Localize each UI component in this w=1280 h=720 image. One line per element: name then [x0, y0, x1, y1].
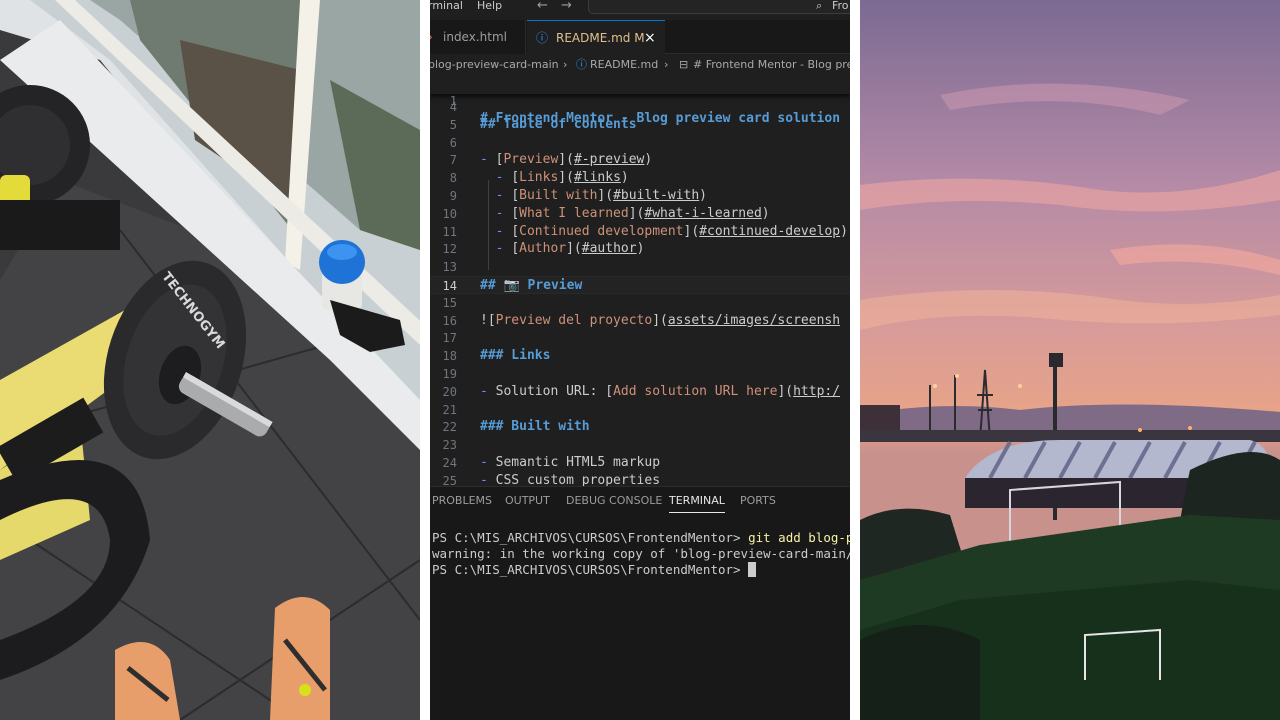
code-text: - Solution URL: [Add solution URL here](…	[480, 383, 841, 399]
search-text[interactable]: Fro	[832, 0, 849, 12]
tab-label: index.html	[443, 30, 507, 44]
code-text: ### Links	[480, 348, 551, 364]
terminal-line: PS C:\MIS_ARCHIVOS\CURSOS\FrontendMentor…	[432, 530, 850, 545]
gym-photo: TECHNOGYM	[0, 0, 420, 720]
line-number: 21	[442, 402, 457, 417]
sticky-line-text: # Frontend Mentor - Blog preview card so…	[480, 111, 841, 126]
code-line[interactable]: 10 - [What I learned](#what-i-learned)	[430, 205, 850, 223]
panel-tab-output[interactable]: OUTPUT	[505, 487, 550, 515]
line-number: 16	[442, 313, 457, 328]
sunset-field-photo	[860, 0, 1280, 720]
code-line[interactable]: 23	[430, 436, 850, 454]
line-number: 8	[449, 171, 457, 186]
code-line[interactable]: 7 - [Preview](#-preview)	[430, 151, 850, 169]
sticky-scroll-header[interactable]: 1 # Frontend Mentor - Blog preview card …	[430, 74, 850, 126]
code-line[interactable]: 20 - Solution URL: [Add solution URL here…	[430, 383, 850, 401]
gym-scene: TECHNOGYM	[0, 0, 420, 720]
panel-tab-debug-console[interactable]: DEBUG CONSOLE	[566, 487, 662, 515]
tab-index-html[interactable]: › index.html	[430, 20, 526, 54]
code-line[interactable]: 17	[430, 329, 850, 347]
line-number: 24	[442, 456, 457, 470]
back-arrow-icon[interactable]: ←	[537, 0, 548, 13]
code-text: - [Links](#links)	[495, 170, 629, 186]
heading-symbol-icon: ⊟	[679, 58, 689, 71]
code-line[interactable]: 15	[430, 294, 850, 312]
close-icon[interactable]: ×	[644, 21, 656, 55]
code-line[interactable]: 12 - [Author](#author)	[430, 240, 850, 258]
code-text: - [Preview](#-preview)	[480, 152, 653, 168]
bottom-panel: PROBLEMS OUTPUT DEBUG CONSOLE TERMINAL P…	[430, 486, 850, 720]
menu-help[interactable]: Help	[477, 0, 502, 12]
breadcrumb-symbol[interactable]: # Frontend Mentor - Blog pre	[693, 55, 850, 75]
breadcrumb: blog-preview-card-main › ⓘ README.md › ⊟…	[430, 55, 850, 75]
vscode-window: rminal Help ← → ⌕ Fro › index.html ⓘ REA…	[430, 0, 850, 720]
code-text: ![Preview del proyecto](assets/images/sc…	[480, 312, 841, 328]
code-line[interactable]: 13	[430, 258, 850, 276]
code-line[interactable]: 6	[430, 134, 850, 152]
tab-label: README.md M	[556, 31, 645, 45]
code-line[interactable]: 21	[430, 401, 850, 419]
tab-readme-md[interactable]: ⓘ README.md M ×	[527, 20, 665, 54]
menu-bar: rminal Help ← → ⌕ Fro	[430, 0, 850, 20]
code-text: - Semantic HTML5 markup	[480, 455, 661, 470]
code-line[interactable]: 19	[430, 365, 850, 383]
line-number: 17	[442, 331, 457, 346]
panel-tab-ports[interactable]: PORTS	[740, 487, 776, 515]
line-number: 18	[442, 349, 457, 364]
code-text: - [Author](#author)	[495, 241, 645, 257]
code-line[interactable]: 11 - [Continued development](#continued-…	[430, 223, 850, 241]
line-number: 15	[442, 295, 457, 310]
code-editor[interactable]: 1 # Frontend Mentor - Blog preview card …	[430, 74, 850, 486]
line-number: 12	[442, 242, 457, 257]
line-number: 22	[442, 420, 457, 435]
terminal-prompt[interactable]: PS C:\MIS_ARCHIVOS\CURSOS\FrontendMentor…	[432, 561, 757, 578]
info-icon: ⓘ	[576, 58, 587, 71]
terminal-cursor	[748, 562, 757, 577]
code-line[interactable]: 16 ![Preview del proyecto](assets/images/…	[430, 312, 850, 330]
editor-tab-bar: › index.html ⓘ README.md M ×	[430, 20, 850, 54]
line-number: 1	[449, 94, 457, 108]
line-number: 14	[442, 279, 457, 293]
sunset-scene	[860, 0, 1280, 720]
code-line[interactable]: 14 ## 📷 Preview	[430, 276, 850, 294]
line-number: 7	[449, 153, 457, 168]
code-line[interactable]: 25 - CSS custom properties	[430, 472, 850, 486]
terminal-line: warning: in the working copy of 'blog-pr…	[432, 546, 850, 561]
code-line[interactable]: 24 - Semantic HTML5 markup	[430, 454, 850, 472]
search-icon: ⌕	[816, 0, 823, 12]
code-text: - [What I learned](#what-i-learned)	[495, 205, 770, 221]
line-number: 19	[442, 367, 457, 381]
line-number: 13	[442, 260, 457, 275]
chevron-right-icon: ›	[664, 58, 669, 71]
line-number: 9	[449, 189, 457, 203]
code-line[interactable]: 9 - [Built with](#built-with)	[430, 187, 850, 205]
line-number: 10	[442, 206, 457, 221]
line-number: 25	[442, 473, 457, 486]
breadcrumb-folder[interactable]: blog-preview-card-main	[430, 55, 559, 75]
panel-tab-problems[interactable]: PROBLEMS	[432, 487, 492, 515]
panel-tab-terminal[interactable]: TERMINAL	[669, 487, 725, 513]
chevron-right-icon: ›	[563, 58, 568, 71]
code-text: - [Continued development](#continued-dev…	[495, 223, 848, 239]
forward-arrow-icon[interactable]: →	[561, 0, 572, 13]
code-text: ## 📷 Preview	[480, 278, 583, 293]
html-file-icon: ›	[430, 20, 433, 54]
line-number: 20	[442, 384, 457, 399]
code-text: - [Built with](#built-with)	[495, 188, 707, 203]
code-text: - CSS custom properties	[480, 472, 661, 486]
code-line[interactable]: 18 ### Links	[430, 347, 850, 365]
command-center-search[interactable]	[588, 0, 850, 14]
code-text: ### Built with	[480, 419, 590, 435]
line-number: 23	[442, 438, 457, 453]
code-line[interactable]: 8 - [Links](#links)	[430, 169, 850, 187]
menu-terminal[interactable]: rminal	[430, 0, 463, 12]
info-icon: ⓘ	[536, 31, 549, 45]
code-line[interactable]: 22 ### Built with	[430, 418, 850, 436]
breadcrumb-file[interactable]: README.md	[590, 55, 658, 75]
line-number: 11	[442, 224, 457, 239]
